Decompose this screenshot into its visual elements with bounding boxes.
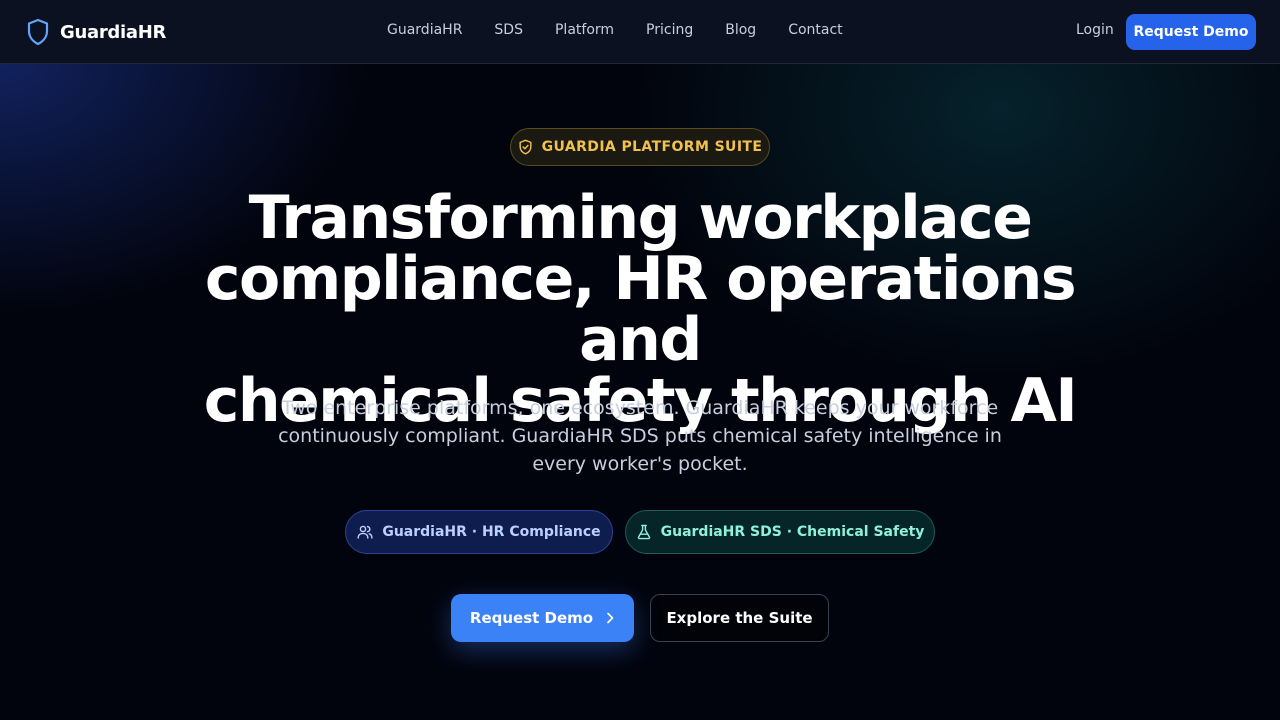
subtitle-line: every worker's pocket. <box>532 453 748 475</box>
brand-logo-link[interactable]: GuardiaHR <box>26 18 166 46</box>
nav-item-contact[interactable]: Contact <box>788 22 842 38</box>
nav-item-pricing[interactable]: Pricing <box>646 22 693 38</box>
button-label: Request Demo <box>469 609 594 627</box>
chevron-right-icon <box>607 612 614 624</box>
badge-label: GUARDIA PLATFORM SUITE <box>541 139 763 155</box>
main-nav: GuardiaHR SDS Platform Pricing Blog Cont… <box>387 22 843 38</box>
nav-item-sds[interactable]: SDS <box>494 22 523 38</box>
explore-suite-button[interactable]: Explore the Suite <box>650 594 829 642</box>
guardiahr-sds-product-chip[interactable]: GuardiaHR SDS · Chemical Safety <box>625 510 935 554</box>
top-navbar: GuardiaHR GuardiaHR SDS Platform Pricing… <box>0 0 1280 64</box>
chip-label: GuardiaHR SDS · Chemical Safety <box>660 524 925 540</box>
nav-item-blog[interactable]: Blog <box>725 22 756 38</box>
request-demo-nav-button[interactable]: Request Demo <box>1126 14 1256 50</box>
platform-suite-badge: GUARDIA PLATFORM SUITE <box>510 128 770 166</box>
subtitle-line: continuously compliant. GuardiaHR SDS pu… <box>278 425 1002 447</box>
headline-line: Transforming workplace <box>248 183 1033 253</box>
nav-item-guardiahr[interactable]: GuardiaHR <box>387 22 462 38</box>
users-icon <box>357 525 373 539</box>
subtitle-line: Two enterprise platforms, one ecosystem.… <box>281 397 999 419</box>
nav-item-platform[interactable]: Platform <box>555 22 614 38</box>
hero-subtitle: Two enterprise platforms, one ecosystem.… <box>250 394 1030 478</box>
chip-label: GuardiaHR · HR Compliance <box>382 524 601 540</box>
shield-check-icon <box>519 139 532 155</box>
flask-icon <box>637 524 650 540</box>
brand-name: GuardiaHR <box>60 21 167 43</box>
request-demo-button[interactable]: Request Demo <box>451 594 634 642</box>
guardiahr-product-chip[interactable]: GuardiaHR · HR Compliance <box>345 510 613 554</box>
headline-line: compliance, HR operations and <box>204 244 1077 375</box>
login-link[interactable]: Login <box>1076 22 1114 38</box>
shield-icon <box>27 18 49 46</box>
